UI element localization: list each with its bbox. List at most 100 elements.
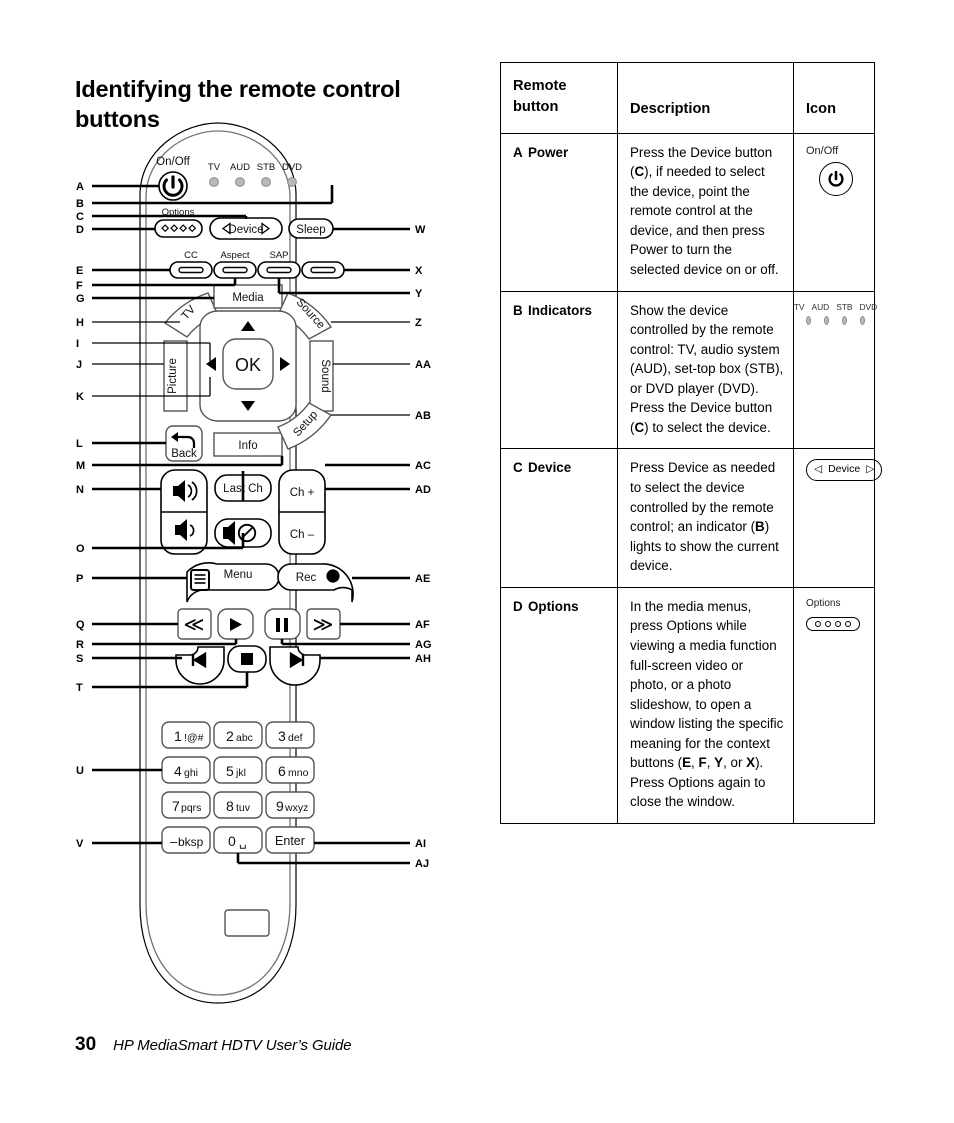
picture-button[interactable]: Picture xyxy=(163,340,188,412)
table-row: C Device Press Device as needed to select… xyxy=(500,448,883,588)
svg-text:1: 1 xyxy=(174,728,182,744)
svg-text:–: – xyxy=(170,834,178,849)
media-label: Media xyxy=(232,292,264,304)
led-aud xyxy=(235,177,245,187)
svg-text:abc: abc xyxy=(236,732,253,744)
callout-T: T xyxy=(76,682,83,694)
row-icon-options: Options xyxy=(793,586,875,825)
fast-forward-button[interactable]: ≫ xyxy=(306,608,341,640)
sap-label: SAP xyxy=(269,250,288,261)
page-number: 30 xyxy=(75,1034,97,1055)
aspect-label: Aspect xyxy=(220,250,249,261)
svg-text:!@#: !@# xyxy=(184,732,204,744)
led-stb xyxy=(261,177,271,187)
row-icon-indicators: TV AUD STB DVD xyxy=(793,290,877,450)
svg-text:7: 7 xyxy=(172,798,180,814)
svg-text:ghi: ghi xyxy=(184,767,198,779)
svg-text:0: 0 xyxy=(228,833,236,849)
info-button[interactable]: Info xyxy=(213,432,283,457)
footer-title: HP MediaSmart HDTV User’s Guide xyxy=(113,1037,352,1054)
key-enter[interactable]: Enter xyxy=(265,826,315,854)
callout-L: L xyxy=(76,438,83,450)
key-5[interactable]: 5 jkl xyxy=(213,756,263,784)
callout-X: X xyxy=(415,265,423,277)
header-icon: Icon xyxy=(793,62,875,134)
context-button-4[interactable] xyxy=(301,261,345,279)
callout-P: P xyxy=(76,573,83,585)
ch-up-label: Ch + xyxy=(290,487,315,499)
device-icon-label: Device xyxy=(828,463,861,476)
callout-M: M xyxy=(76,460,85,472)
callout-E: E xyxy=(76,265,83,277)
svg-text:9: 9 xyxy=(276,798,284,814)
row-icon-power: On/Off xyxy=(793,132,875,292)
header-description: Description xyxy=(617,62,794,134)
cc-label: CC xyxy=(184,250,198,261)
callout-A: A xyxy=(76,181,84,193)
row-description-indicators: Show the device controlled by the remote… xyxy=(617,290,794,450)
svg-text:Enter: Enter xyxy=(275,834,305,848)
ch-down-label: Ch – xyxy=(290,529,315,541)
ok-label: OK xyxy=(235,355,261,375)
fast-forward-icon: ≫ xyxy=(313,614,334,636)
svg-text:8: 8 xyxy=(226,798,234,814)
svg-text:AUD: AUD xyxy=(230,162,250,173)
row-description-device: Press Device as needed to select the dev… xyxy=(617,448,794,588)
key-9[interactable]: 9 wxyz xyxy=(265,791,315,819)
picture-label: Picture xyxy=(167,358,179,394)
callout-AC: AC xyxy=(415,460,431,472)
channel-rocker[interactable]: Ch + Ch – xyxy=(278,469,326,555)
cc-button[interactable] xyxy=(169,261,213,279)
led-dvd xyxy=(287,177,297,187)
svg-text:wxyz: wxyz xyxy=(284,802,308,814)
media-button[interactable]: Media xyxy=(213,284,283,309)
callout-AF: AF xyxy=(415,619,430,631)
key-6[interactable]: 6 mno xyxy=(265,756,315,784)
callout-W: W xyxy=(415,224,426,236)
key-2[interactable]: 2 abc xyxy=(213,721,263,749)
power-icon-label: On/Off xyxy=(806,144,839,157)
callout-U: U xyxy=(76,765,84,777)
callout-J: J xyxy=(76,359,82,371)
rewind-button[interactable]: ≪ xyxy=(177,608,212,640)
svg-text:2: 2 xyxy=(226,728,234,744)
callout-AI: AI xyxy=(415,838,426,850)
callout-AJ: AJ xyxy=(415,858,429,870)
ok-button[interactable]: OK xyxy=(222,338,274,390)
stop-button[interactable] xyxy=(227,645,267,673)
callout-S: S xyxy=(76,653,83,665)
callout-AA: AA xyxy=(415,359,431,371)
device-button[interactable]: Device xyxy=(209,217,283,240)
callout-C: C xyxy=(76,211,84,223)
sound-button[interactable]: Sound xyxy=(309,340,334,412)
volume-rocker[interactable] xyxy=(160,469,208,555)
remote-bottom-panel xyxy=(224,909,270,937)
key-3[interactable]: 3 def xyxy=(265,721,315,749)
callout-AD: AD xyxy=(415,484,431,496)
remote-control-diagram: .ln{stroke:#000;stroke-width:2.6;fill:no… xyxy=(60,115,460,1025)
play-button[interactable] xyxy=(217,608,254,640)
back-label: Back xyxy=(171,448,197,460)
document-page: Identifying the remote control buttons .… xyxy=(0,0,954,1123)
callout-AE: AE xyxy=(415,573,430,585)
options-button-icon xyxy=(806,617,860,632)
svg-text:3: 3 xyxy=(278,728,286,744)
sap-button[interactable] xyxy=(257,261,301,279)
callout-labels-right: W X Y Z AA AB AC AD AE AF AG AH AI AJ xyxy=(415,224,432,870)
svg-text:pqrs: pqrs xyxy=(181,802,201,814)
aspect-button[interactable] xyxy=(213,261,257,279)
key-1[interactable]: 1 !@# xyxy=(161,721,211,749)
callout-AG: AG xyxy=(415,639,432,651)
table-row: B Indicators Show the device controlled b… xyxy=(500,290,877,450)
key-backspace[interactable]: – bksp xyxy=(161,826,211,854)
back-button[interactable]: Back xyxy=(165,425,203,462)
key-8[interactable]: 8 tuv xyxy=(213,791,263,819)
callout-B: B xyxy=(76,198,84,210)
sleep-button[interactable]: Sleep xyxy=(288,218,334,239)
callout-F: F xyxy=(76,280,83,292)
chevron-right-icon: ▷ xyxy=(866,463,875,476)
key-0[interactable]: 0 ␣ xyxy=(213,826,263,854)
pause-button[interactable] xyxy=(264,608,301,640)
key-7[interactable]: 7 pqrs xyxy=(161,791,211,819)
key-4[interactable]: 4 ghi xyxy=(161,756,211,784)
